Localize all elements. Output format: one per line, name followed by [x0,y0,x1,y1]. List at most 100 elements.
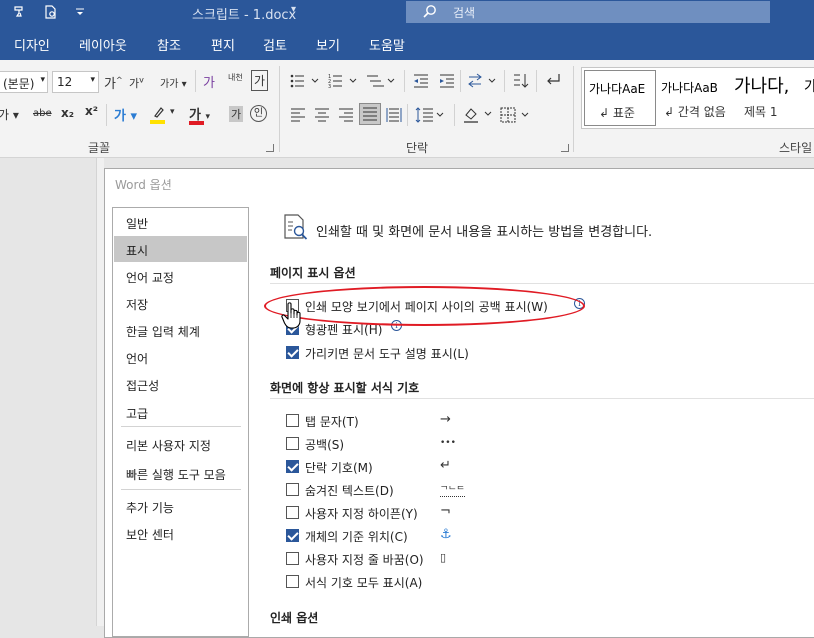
tab-help[interactable]: 도움말 [369,35,405,54]
underline-label: 가 [0,108,10,122]
search-box[interactable]: 검색 [406,1,770,23]
highlight-color-button[interactable]: ▾ [150,105,180,127]
option-spaces[interactable]: 공백(S) ••• [286,435,486,453]
option-show-all-marks[interactable]: 서식 기호 모두 표시(A) [286,573,486,591]
option-line-breaks[interactable]: 사용자 지정 줄 바꿈(O) ▯ [286,550,486,568]
paragraph-dialog-launcher[interactable] [561,144,569,152]
sidebar-item-general[interactable]: 일반 [114,209,247,235]
style-normal[interactable]: 가나다AaE ↲ 표준 [584,70,656,126]
checkbox[interactable] [286,529,299,542]
character-shading-button[interactable]: 가 [229,106,244,122]
tab-references[interactable]: 참조 [157,35,181,54]
grow-font-button[interactable]: 가^ [104,73,123,92]
option-hidden-text[interactable]: 숨겨진 텍스트(D) ᄀᄂᄃ [286,481,486,499]
tab-review[interactable]: 검토 [263,35,287,54]
strikethrough-button[interactable]: abe [33,108,52,119]
font-color-button[interactable]: 가 ▾ [189,104,210,125]
option-object-anchors[interactable]: 개체의 기준 위치(C) ⚓ [286,527,486,545]
justify-button[interactable] [359,103,381,125]
font-dialog-launcher[interactable] [266,144,274,152]
tab-design[interactable]: 디자인 [14,35,50,54]
paragraph-mark-icon[interactable] [545,72,561,88]
title-bar: 스크립트 - 1.docx ▾ 검색 [0,0,814,26]
style-next[interactable]: 가 [800,70,814,126]
line-break-mark-icon: ▯ [440,551,447,564]
decrease-indent-icon[interactable] [413,73,429,89]
align-center-icon[interactable] [314,107,330,123]
sidebar-item-quick-access[interactable]: 빠른 실행 도구 모음 [114,460,247,486]
print-preview-icon[interactable] [43,4,59,20]
font-name-combo[interactable]: (본문) ▾ [0,71,48,93]
shrink-font-button[interactable]: 가v [129,75,144,91]
tab-mailings[interactable]: 편지 [211,35,235,54]
sort-icon[interactable] [512,73,530,89]
bullets-icon[interactable] [290,73,320,89]
font-name-value: (본문) [3,77,35,91]
superscript-button[interactable]: x² [85,104,98,118]
ribbon: (본문) ▾ 12 ▾ 가^ 가v 가가 ▾ 가 내천 가 가 ▾ abe x₂… [0,60,814,158]
align-right-icon[interactable] [338,107,354,123]
borders-icon[interactable] [500,107,530,123]
anchor-icon: ⚓ [440,527,452,542]
annotation-ellipse [264,286,585,326]
option-label: 가리키면 문서 도구 설명 표시(L) [305,347,469,361]
sidebar-item-proofing[interactable]: 언어 교정 [114,263,247,289]
increase-indent-icon[interactable] [439,73,455,89]
sidebar-item-display[interactable]: 표시 [114,236,247,262]
sidebar-item-language[interactable]: 언어 [114,344,247,370]
change-case-label: 가가 [160,79,179,90]
underline-button[interactable]: 가 ▾ [0,106,19,123]
option-paragraph-marks[interactable]: 단락 기호(M) ↵ [286,458,486,476]
checkbox[interactable] [286,483,299,496]
sidebar-item-advanced[interactable]: 고급 [114,399,247,425]
subscript-button[interactable]: x₂ [61,106,74,120]
hyphen-mark-icon: ¬ [440,504,451,519]
customize-qat-icon[interactable] [72,4,88,20]
option-optional-hyphens[interactable]: 사용자 지정 하이픈(Y) ¬ [286,504,486,522]
font-size-combo[interactable]: 12 ▾ [52,71,99,93]
option-show-tooltips[interactable]: 가리키면 문서 도구 설명 표시(L) [286,344,526,362]
style-name: ↲ 간격 없음 [664,105,726,119]
change-case-button[interactable]: 가가 ▾ [160,75,187,90]
tab-view[interactable]: 보기 [316,35,340,54]
chevron-down-icon[interactable]: ▾ [291,4,296,15]
style-heading-1[interactable]: 가나다, 제목 1 [732,70,796,126]
checkbox[interactable] [286,437,299,450]
checkbox[interactable] [286,575,299,588]
highlighter-icon [154,107,164,118]
sidebar-item-add-ins[interactable]: 추가 기능 [114,493,247,519]
distributed-icon[interactable] [386,107,402,123]
character-border-button[interactable]: 가 [251,70,269,91]
divider [504,70,505,92]
line-spacing-icon[interactable] [415,107,445,123]
format-painter-icon[interactable] [12,4,28,20]
checkbox[interactable] [286,346,299,359]
group-separator [279,66,280,152]
numbering-icon[interactable]: 1 2 3 [328,73,358,89]
divider [106,104,107,126]
sidebar-item-korean-input[interactable]: 한글 입력 체계 [114,317,247,343]
menu-bar: 디자인 레이아웃 참조 편지 검토 보기 도움말 [0,26,814,60]
shading-icon[interactable] [463,106,493,124]
sidebar-item-trust-center[interactable]: 보안 센터 [114,520,247,546]
tab-layout[interactable]: 레이아웃 [79,35,127,54]
checkbox[interactable] [286,506,299,519]
option-tab-characters[interactable]: 탭 문자(T) → [286,412,486,430]
search-icon [423,5,436,18]
checkbox[interactable] [286,552,299,565]
phonetic-guide-button[interactable]: 내천 [228,72,243,83]
sidebar-item-customize-ribbon[interactable]: 리본 사용자 지정 [114,431,247,457]
checkbox[interactable] [286,460,299,473]
style-no-spacing[interactable]: 가나다AaB ↲ 간격 없음 [659,70,731,126]
sidebar-item-accessibility[interactable]: 접근성 [114,371,247,397]
text-direction-icon[interactable] [467,73,497,89]
sidebar-item-save[interactable]: 저장 [114,290,247,316]
option-label: 사용자 지정 줄 바꿈(O) [305,553,424,567]
enclose-characters-button[interactable]: 인 [250,105,267,122]
multilevel-list-icon[interactable] [366,73,396,89]
style-preview: 가나다AaB [661,81,718,95]
text-effects-button[interactable]: 가 ▾ [114,105,137,124]
align-left-icon[interactable] [290,107,306,123]
checkbox[interactable] [286,414,299,427]
clear-formatting-button[interactable]: 가 [203,72,215,91]
